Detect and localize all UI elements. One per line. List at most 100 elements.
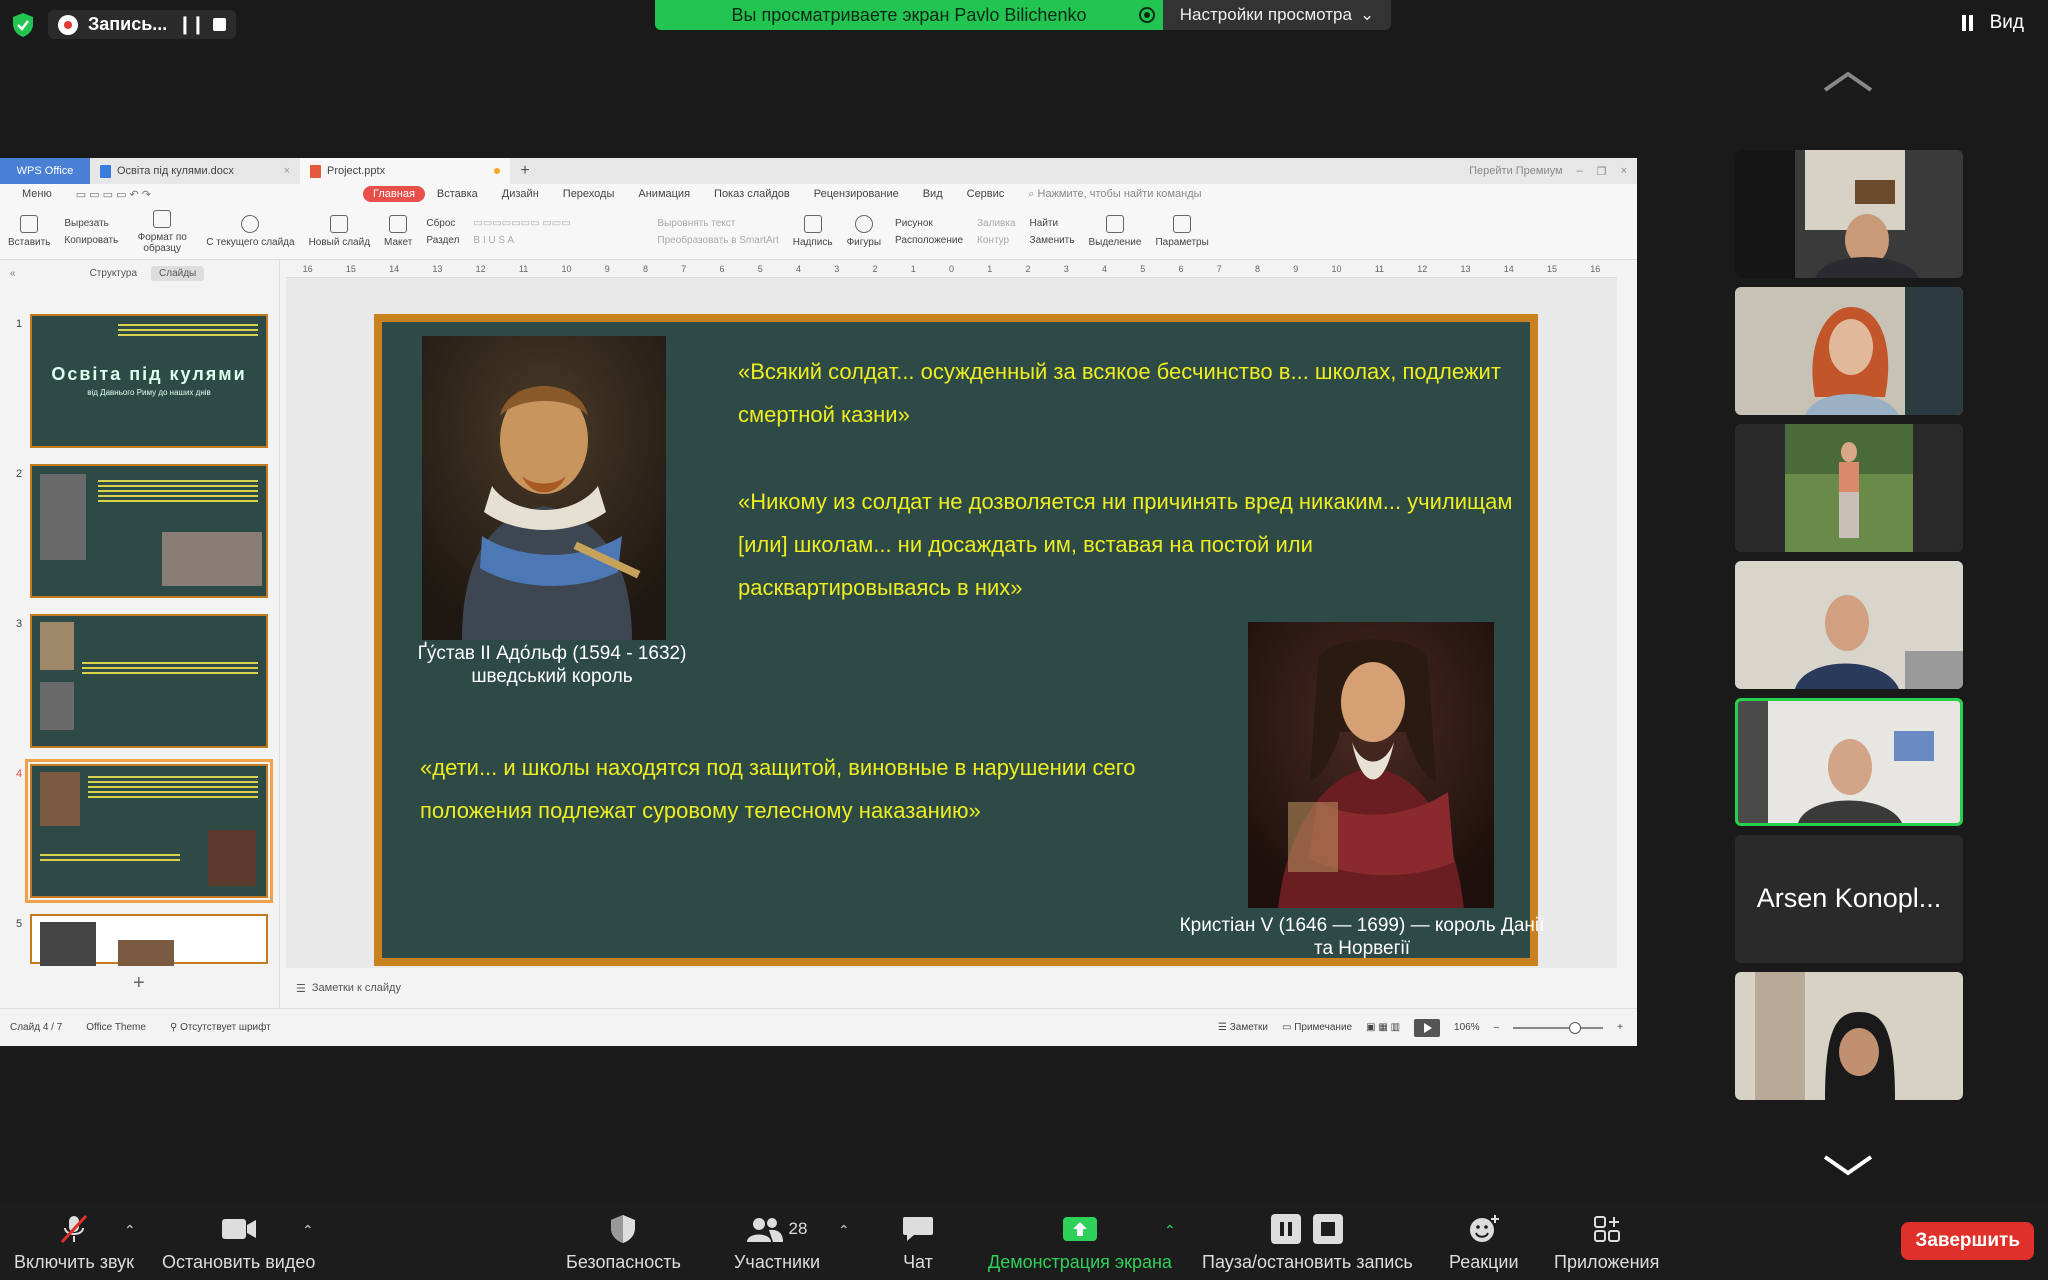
restore-icon[interactable]: ❐ xyxy=(1597,165,1607,178)
new-tab-button[interactable]: + xyxy=(510,158,540,184)
scroll-down-icon[interactable] xyxy=(1823,1155,1873,1177)
gustav-portrait[interactable] xyxy=(422,336,666,640)
slide-notes-bar[interactable]: ☰ Заметки к слайду xyxy=(286,968,1637,1008)
zoom-in-icon[interactable]: + xyxy=(1617,1022,1623,1033)
new-slide-button[interactable]: Новый слайд xyxy=(309,215,370,248)
textbox-button[interactable]: Надпись xyxy=(793,215,833,248)
current-slide[interactable]: Ґу́став II Адо́льф (1594 - 1632) шведськ… xyxy=(374,314,1544,966)
zoom-level[interactable]: 106% xyxy=(1454,1022,1480,1033)
picture-button[interactable]: Рисунок xyxy=(895,218,963,229)
notes-toggle[interactable]: ☰ Заметки xyxy=(1218,1022,1268,1033)
zoom-out-icon[interactable]: – xyxy=(1494,1022,1500,1033)
tab-view[interactable]: Вид xyxy=(911,188,955,200)
tab-slides[interactable]: Слайды xyxy=(151,265,205,281)
share-screen-button[interactable]: Демонстрация экрана xyxy=(988,1214,1172,1273)
participant-tile-3[interactable] xyxy=(1735,424,1963,552)
cut-button[interactable]: Вырезать xyxy=(64,218,118,229)
outline-button[interactable]: Контур xyxy=(977,235,1016,246)
slide-thumbnail-2[interactable] xyxy=(30,464,268,598)
align-text-button[interactable]: Выровнять текст xyxy=(657,218,778,229)
layout-button[interactable]: Макет xyxy=(384,215,412,248)
pause-recording-icon[interactable]: ❙❙ xyxy=(177,14,205,35)
tab-slideshow[interactable]: Показ слайдов xyxy=(702,188,802,200)
participant-tile-7[interactable] xyxy=(1735,972,1963,1100)
participant-tile-5-active-speaker[interactable] xyxy=(1735,698,1963,826)
participants-button[interactable]: 28 Участники xyxy=(734,1214,820,1273)
slide-thumbnail-5[interactable] xyxy=(30,914,268,966)
theme-name[interactable]: Office Theme xyxy=(86,1022,146,1033)
comment-toggle[interactable]: ▭ Примечание xyxy=(1282,1022,1352,1033)
quick-access-icons[interactable]: ▭ ▭ ▭ ▭ ↶ ↷ xyxy=(64,188,163,201)
tab-tools[interactable]: Сервис xyxy=(955,188,1017,200)
tab-home[interactable]: Главная xyxy=(363,186,425,202)
recording-indicator[interactable]: Запись... ❙❙ xyxy=(48,10,237,39)
slide-thumbnail-3[interactable] xyxy=(30,614,268,748)
missing-font-indicator[interactable]: ⚲ Отсутствует шрифт xyxy=(170,1022,271,1033)
tab-insert[interactable]: Вставка xyxy=(425,188,490,200)
stop-recording-icon[interactable] xyxy=(213,18,227,31)
participant-tile-2[interactable] xyxy=(1735,287,1963,415)
from-current-slide-button[interactable]: С текущего слайда xyxy=(206,215,295,248)
scroll-up-icon[interactable] xyxy=(1823,70,1873,92)
security-shield-icon[interactable] xyxy=(12,12,34,38)
tab-review[interactable]: Рецензирование xyxy=(802,188,911,200)
font-style-icons[interactable]: B I U S A xyxy=(473,235,643,246)
participants-options-caret-icon[interactable]: ⌃ xyxy=(838,1222,850,1239)
section-button[interactable]: Раздел xyxy=(426,235,459,246)
chat-button[interactable]: Чат xyxy=(902,1214,934,1273)
find-button[interactable]: Найти xyxy=(1030,218,1075,229)
audio-options-caret-icon[interactable]: ⌃ xyxy=(124,1222,136,1239)
select-button[interactable]: Выделение xyxy=(1088,215,1141,248)
smartart-button[interactable]: Преобразовать в SmartArt xyxy=(657,235,778,246)
premium-link[interactable]: Перейти Премиум xyxy=(1469,165,1562,177)
apps-grid-icon xyxy=(1593,1214,1621,1244)
collapse-panel-icon[interactable]: « xyxy=(10,268,16,279)
participant-tile-6[interactable]: Arsen Konopl... xyxy=(1735,835,1963,963)
christian-portrait[interactable] xyxy=(1248,622,1494,908)
shapes-button[interactable]: Фигуры xyxy=(847,215,881,248)
unmute-label: Включить звук xyxy=(14,1252,135,1272)
view-mode-icons[interactable]: ▣ ▦ ▥ xyxy=(1366,1022,1400,1033)
tab-docx[interactable]: Освіта під кулями.docx × xyxy=(90,158,300,184)
zoom-slider[interactable] xyxy=(1513,1021,1604,1034)
play-slideshow-icon[interactable] xyxy=(1414,1018,1441,1037)
apps-button[interactable]: Приложения xyxy=(1554,1214,1659,1273)
tab-animation[interactable]: Анимация xyxy=(626,188,702,200)
menu-item-menu[interactable]: Меню xyxy=(10,188,64,200)
participant-tile-1[interactable] xyxy=(1735,150,1963,278)
end-meeting-button[interactable]: Завершить xyxy=(1901,1222,2034,1260)
close-window-icon[interactable]: × xyxy=(1621,165,1627,177)
minimize-icon[interactable]: – xyxy=(1577,165,1583,177)
add-slide-button[interactable]: + xyxy=(133,972,145,995)
view-button[interactable]: Вид xyxy=(1961,12,2024,34)
video-options-caret-icon[interactable]: ⌃ xyxy=(302,1222,314,1239)
replace-button[interactable]: Заменить xyxy=(1030,235,1075,246)
pause-stop-recording-button[interactable]: Пауза/остановить запись xyxy=(1202,1214,1413,1273)
font-name-select[interactable]: ▭▭▭▭▭▭▭ ▭▭▭ xyxy=(473,218,643,229)
participant-tile-4[interactable] xyxy=(1735,561,1963,689)
emoji-plus-icon xyxy=(1468,1214,1500,1244)
wps-logo[interactable]: WPS Office xyxy=(0,158,90,184)
reset-button[interactable]: Сброс xyxy=(426,218,459,229)
copy-button[interactable]: Копировать xyxy=(64,235,118,246)
slide-thumbnail-1[interactable]: Освіта під кулями від Давнього Риму до н… xyxy=(30,314,268,448)
security-button[interactable]: Безопасность xyxy=(566,1214,681,1273)
tab-transitions[interactable]: Переходы xyxy=(551,188,627,200)
fill-button[interactable]: Заливка xyxy=(977,218,1016,229)
format-painter-button[interactable]: Формат по образцу xyxy=(132,209,192,254)
slide-editor[interactable]: Ґу́став II Адо́льф (1594 - 1632) шведськ… xyxy=(286,278,1617,968)
params-button[interactable]: Параметры xyxy=(1155,215,1209,248)
paste-button[interactable]: Вставить xyxy=(8,215,50,248)
tab-pptx[interactable]: Project.pptx xyxy=(300,158,510,184)
unmute-button[interactable]: Включить звук xyxy=(14,1214,134,1273)
view-settings-dropdown[interactable]: Настройки просмотра ⌄ xyxy=(1163,0,1391,30)
tab-design[interactable]: Дизайн xyxy=(490,188,551,200)
slide-thumbnail-4-selected[interactable] xyxy=(25,759,273,903)
close-icon[interactable]: × xyxy=(284,165,290,177)
stop-video-button[interactable]: Остановить видео xyxy=(162,1214,315,1273)
reactions-button[interactable]: Реакции xyxy=(1449,1214,1519,1273)
share-options-caret-icon[interactable]: ⌃ xyxy=(1164,1222,1176,1239)
tab-outline[interactable]: Структура xyxy=(90,268,137,279)
arrange-button[interactable]: Расположение xyxy=(895,235,963,246)
command-search[interactable]: ⌕ Нажмите, чтобы найти команды xyxy=(1028,188,1201,201)
